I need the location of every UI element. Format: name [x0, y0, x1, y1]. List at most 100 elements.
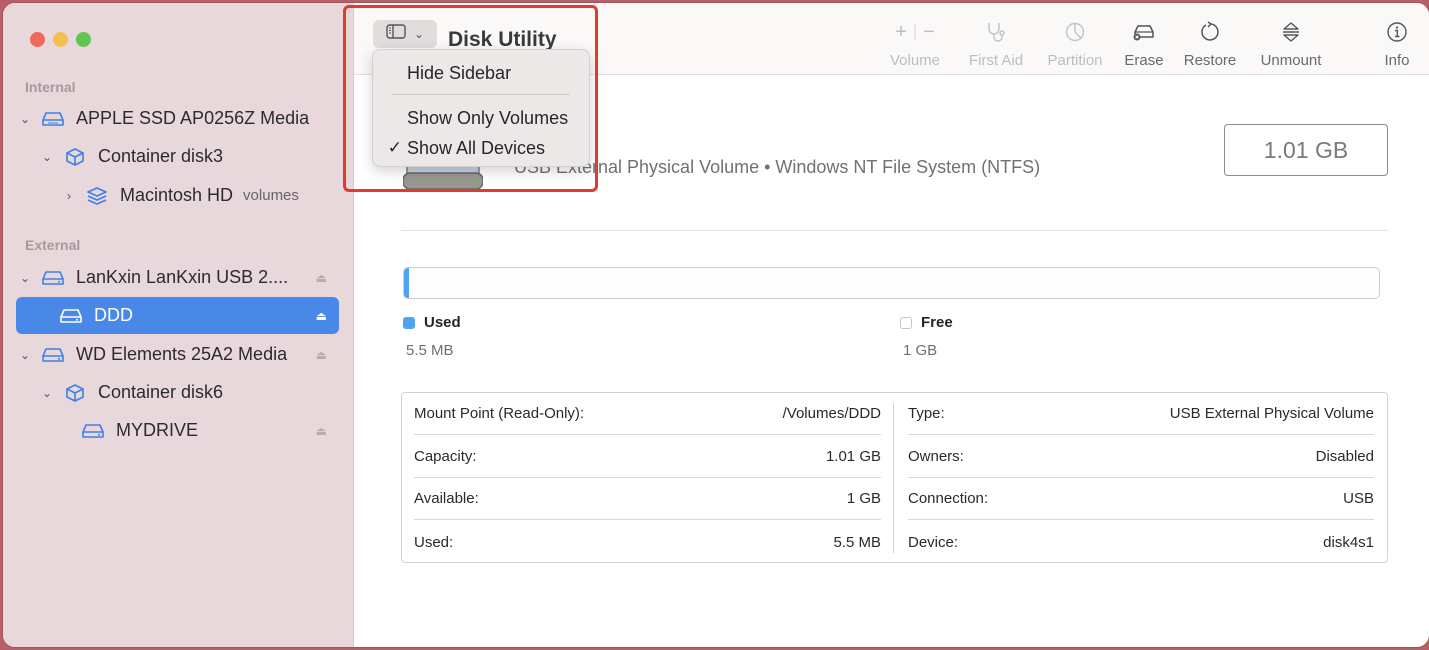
usage-bar: [403, 267, 1380, 299]
sidebar-item-wd-elements[interactable]: ⌄ WD Elements 25A2 Media ⏏: [16, 336, 339, 373]
chevron-down-icon[interactable]: ⌄: [38, 386, 56, 400]
info-value: 5.5 MB: [833, 534, 881, 551]
zoom-button[interactable]: [76, 32, 91, 47]
erase-drive-icon: [1120, 19, 1168, 45]
sidebar-item-sublabel: volumes: [243, 187, 299, 204]
menu-item-show-only-volumes[interactable]: Show Only Volumes: [373, 104, 589, 132]
chevron-right-icon[interactable]: ›: [60, 189, 78, 203]
info-label: Connection:: [908, 490, 988, 507]
partition-button[interactable]: Partition: [1042, 19, 1108, 69]
first-aid-button[interactable]: First Aid: [963, 19, 1029, 69]
erase-button[interactable]: Erase: [1120, 19, 1168, 69]
stethoscope-icon: [963, 19, 1029, 45]
sidebar-item-label: MYDRIVE: [116, 420, 198, 441]
external-drive-icon: [42, 346, 64, 364]
info-row-device: Device:disk4s1: [908, 521, 1374, 563]
chevron-down-icon[interactable]: ⌄: [16, 112, 34, 126]
plus-minus-icon: +|−: [884, 19, 946, 45]
chevron-down-icon[interactable]: ⌄: [38, 150, 56, 164]
sidebar-view-button[interactable]: ⌄: [373, 20, 437, 48]
first-aid-label: First Aid: [963, 52, 1029, 69]
used-value: 5.5 MB: [406, 342, 461, 359]
info-value: disk4s1: [1323, 534, 1374, 551]
info-row-capacity: Capacity:1.01 GB: [414, 436, 881, 478]
unmount-button[interactable]: Unmount: [1256, 19, 1326, 69]
sidebar-item-container-disk3[interactable]: ⌄ Container disk3: [16, 138, 339, 175]
external-drive-icon: [60, 307, 82, 325]
eject-icon[interactable]: ⏏: [316, 424, 327, 438]
sidebar-item-label: LanKxin LanKxin USB 2....: [76, 267, 288, 288]
info-label: Available:: [414, 490, 479, 507]
close-button[interactable]: [30, 32, 45, 47]
chevron-down-icon[interactable]: ⌄: [16, 271, 34, 285]
volume-label: Volume: [884, 52, 946, 69]
section-title-internal: Internal: [25, 79, 76, 95]
info-row-mount-point: Mount Point (Read-Only):/Volumes/DDD: [414, 393, 881, 435]
chevron-down-icon[interactable]: ⌄: [16, 348, 34, 362]
info-icon: [1377, 19, 1417, 45]
window-controls: [30, 32, 91, 47]
info-row-available: Available: 1 GB: [414, 478, 881, 520]
restore-icon: [1180, 19, 1240, 45]
volume-button[interactable]: +|− Volume: [884, 19, 946, 69]
free-value: 1 GB: [903, 342, 953, 359]
sidebar-item-mydrive[interactable]: MYDRIVE ⏏: [16, 412, 339, 449]
sidebar-item-container-disk6[interactable]: ⌄ Container disk6: [16, 374, 339, 411]
sidebar: Internal ⌄ APPLE SSD AP0256Z Media ⌄ Con…: [3, 3, 354, 647]
menu-separator: [392, 94, 570, 95]
restore-button[interactable]: Restore: [1180, 19, 1240, 69]
sidebar-item-ddd[interactable]: DDD ⏏: [16, 297, 339, 334]
menu-item-label: Hide Sidebar: [407, 63, 511, 84]
capacity-badge: 1.01 GB: [1224, 124, 1388, 176]
info-value: USB: [1343, 490, 1374, 507]
divider: [401, 230, 1388, 231]
free-label: Free: [921, 314, 953, 331]
free-swatch: [900, 317, 912, 329]
info-row-connection: Connection: USB: [908, 478, 1374, 520]
menu-item-hide-sidebar[interactable]: Hide Sidebar: [373, 59, 589, 87]
partition-label: Partition: [1042, 52, 1108, 69]
usage-bar-used-fill: [404, 268, 409, 298]
sidebar-item-apple-ssd[interactable]: ⌄ APPLE SSD AP0256Z Media: [16, 100, 339, 137]
info-value: 1 GB: [847, 490, 881, 507]
sidebar-item-lankxin[interactable]: ⌄ LanKxin LanKxin USB 2.... ⏏: [16, 259, 339, 296]
info-value: Disabled: [1316, 448, 1374, 465]
unmount-label: Unmount: [1256, 52, 1326, 69]
sidebar-item-label: Macintosh HD: [120, 185, 233, 206]
internal-drive-icon: [42, 110, 64, 128]
disk-utility-window: Internal ⌄ APPLE SSD AP0256Z Media ⌄ Con…: [3, 3, 1429, 647]
sidebar-item-label: DDD: [94, 305, 133, 326]
info-row-owners: Owners: Disabled: [908, 436, 1374, 478]
eject-icon[interactable]: ⏏: [316, 309, 327, 323]
info-value: /Volumes/DDD: [783, 405, 881, 422]
sidebar-icon: [386, 24, 406, 44]
restore-label: Restore: [1180, 52, 1240, 69]
sidebar-item-label: APPLE SSD AP0256Z Media: [76, 108, 309, 129]
erase-label: Erase: [1120, 52, 1168, 69]
section-title-external: External: [25, 237, 80, 253]
volume-subtitle: USB External Physical Volume • Windows N…: [514, 157, 1040, 178]
sidebar-item-macintosh-hd[interactable]: › Macintosh HD volumes: [16, 177, 339, 214]
info-value: USB External Physical Volume: [1170, 405, 1374, 422]
info-label: Used:: [414, 534, 453, 551]
minimize-button[interactable]: [53, 32, 68, 47]
legend-free: Free 1 GB: [900, 314, 953, 359]
menu-item-show-all-devices[interactable]: ✓ Show All Devices: [373, 134, 589, 162]
column-divider: [893, 403, 894, 553]
external-drive-icon: [82, 422, 104, 440]
info-row-used: Used: 5.5 MB: [414, 521, 881, 563]
menu-item-label: Show All Devices: [407, 138, 545, 159]
info-column-left: Mount Point (Read-Only):/Volumes/DDD Cap…: [414, 393, 881, 562]
eject-icon[interactable]: ⏏: [316, 348, 327, 362]
volume-stack-icon: [86, 187, 108, 205]
info-label: Owners:: [908, 448, 964, 465]
info-button[interactable]: Info: [1377, 19, 1417, 69]
legend-used: Used 5.5 MB: [403, 314, 461, 359]
menu-item-label: Show Only Volumes: [407, 108, 568, 129]
eject-icon[interactable]: ⏏: [316, 271, 327, 285]
container-icon: [64, 148, 86, 166]
info-column-right: Type:USB External Physical Volume Owners…: [908, 393, 1374, 562]
external-drive-icon: [42, 269, 64, 287]
sidebar-item-label: Container disk6: [98, 382, 223, 403]
info-label: Capacity:: [414, 448, 477, 465]
